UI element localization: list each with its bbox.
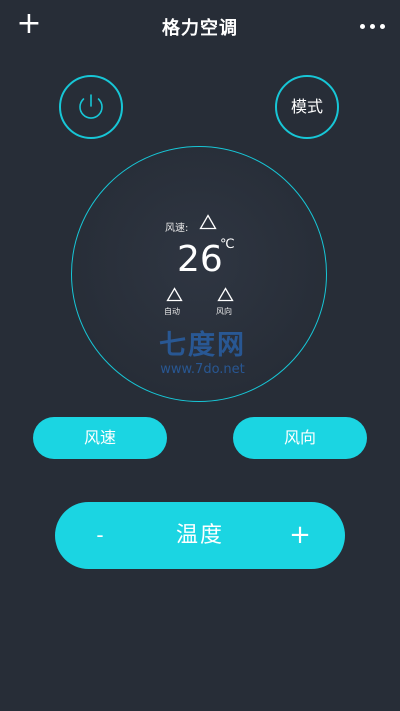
auto-label: 自动	[164, 307, 180, 316]
power-icon	[79, 94, 103, 119]
direction-label: 风向	[216, 307, 232, 316]
temperature-decrease-button[interactable]: -	[85, 502, 115, 569]
power-button[interactable]	[59, 75, 123, 139]
direction-indicator-icon	[217, 287, 234, 306]
watermark-url: www.7do.net	[160, 362, 245, 377]
top-bar: + 格力空调	[0, 0, 400, 52]
more-dots-icon[interactable]	[358, 20, 388, 32]
wind-speed-button[interactable]: 风速	[33, 417, 167, 459]
temperature-control-bar: 温度 - +	[55, 502, 345, 569]
temperature-unit: ℃	[220, 237, 235, 252]
watermark: 七度网 www.7do.net	[140, 330, 265, 378]
page-title: 格力空调	[162, 18, 238, 39]
wind-direction-button[interactable]: 风向	[233, 417, 367, 459]
watermark-brand: 七度网	[159, 330, 246, 361]
auto-indicator-icon	[166, 287, 183, 306]
temperature-value: 26	[177, 239, 223, 280]
mode-button[interactable]: 模式	[275, 75, 339, 139]
fan-speed-label: 风速:	[165, 223, 189, 234]
temperature-increase-button[interactable]: +	[285, 502, 315, 569]
fan-speed-indicator-icon	[199, 214, 217, 234]
